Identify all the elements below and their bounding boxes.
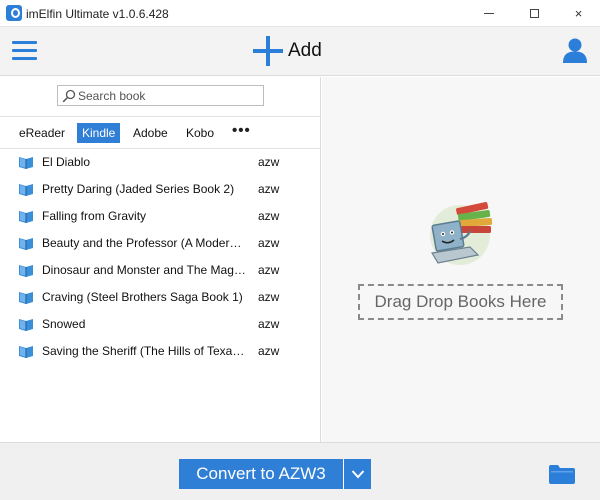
book-row[interactable]: Snowed azw [0, 311, 320, 338]
book-format: azw [258, 344, 280, 358]
app-logo-icon [6, 5, 22, 21]
main-toolbar: Add [0, 27, 600, 76]
book-icon [19, 319, 33, 331]
laptop-books-icon [430, 202, 493, 265]
chevron-down-icon [351, 470, 364, 479]
tab-adobe[interactable]: Adobe [128, 123, 173, 143]
book-title: Beauty and the Professor (A Modern F... [42, 236, 248, 250]
more-options-button[interactable]: ••• [232, 123, 251, 143]
book-format: azw [258, 155, 280, 169]
book-icon [19, 292, 33, 304]
library-panel: eReader Kindle Adobe Kobo ••• El Diablo … [0, 77, 321, 442]
book-format: azw [258, 317, 280, 331]
book-row[interactable]: Falling from Gravity azw [0, 203, 320, 230]
tab-ereader[interactable]: eReader [14, 123, 70, 143]
book-title: El Diablo [42, 155, 91, 169]
book-format: azw [258, 263, 280, 277]
minimize-icon [483, 13, 494, 14]
user-icon[interactable] [562, 37, 588, 63]
book-icon [19, 157, 33, 169]
source-tabs: eReader Kindle Adobe Kobo ••• [0, 116, 320, 149]
book-row[interactable]: Dinosaur and Monster and The Magic ... a… [0, 257, 320, 284]
tab-kobo[interactable]: Kobo [181, 123, 219, 143]
book-title: Saving the Sheriff (The Hills of Texas B… [42, 344, 248, 358]
title-bar: imElfin Ultimate v1.0.6.428 × [0, 0, 600, 27]
close-icon: × [574, 6, 583, 21]
maximize-button[interactable] [512, 0, 557, 27]
add-label: Add [288, 40, 322, 61]
book-format: azw [258, 290, 280, 304]
tab-kindle[interactable]: Kindle [77, 123, 121, 143]
book-icon [19, 211, 33, 223]
window-title: imElfin Ultimate v1.0.6.428 [26, 7, 169, 21]
close-button[interactable]: × [556, 0, 600, 27]
add-button[interactable]: Add [253, 35, 322, 67]
bottom-bar: Convert to AZW3 [0, 442, 600, 500]
convert-format-dropdown[interactable] [343, 459, 371, 489]
search-input[interactable] [78, 87, 260, 104]
book-title: Dinosaur and Monster and The Magic ... [42, 263, 248, 277]
book-icon [19, 346, 33, 358]
book-icon [19, 265, 33, 277]
book-format: azw [258, 182, 280, 196]
book-format: azw [258, 236, 280, 250]
plus-icon [253, 36, 283, 66]
convert-label: Convert to AZW3 [196, 464, 326, 483]
hamburger-icon[interactable] [12, 40, 37, 62]
folder-icon[interactable] [549, 464, 575, 484]
book-list: El Diablo azw Pretty Daring (Jaded Serie… [0, 149, 320, 365]
book-format: azw [258, 209, 280, 223]
convert-button[interactable]: Convert to AZW3 [179, 459, 343, 489]
book-icon [19, 238, 33, 250]
book-row[interactable]: Pretty Daring (Jaded Series Book 2) azw [0, 176, 320, 203]
book-title: Craving (Steel Brothers Saga Book 1) [42, 290, 243, 304]
minimize-button[interactable] [466, 0, 511, 27]
search-icon [62, 89, 76, 103]
maximize-icon [530, 9, 539, 18]
book-row[interactable]: Beauty and the Professor (A Modern F... … [0, 230, 320, 257]
search-box[interactable] [57, 85, 264, 106]
book-row[interactable]: El Diablo azw [0, 149, 320, 176]
book-title: Pretty Daring (Jaded Series Book 2) [42, 182, 235, 196]
book-title: Falling from Gravity [42, 209, 147, 223]
book-row[interactable]: Craving (Steel Brothers Saga Book 1) azw [0, 284, 320, 311]
book-row[interactable]: Saving the Sheriff (The Hills of Texas B… [0, 338, 320, 365]
drop-zone-label: Drag Drop Books Here [374, 292, 547, 311]
book-icon [19, 184, 33, 196]
book-title: Snowed [42, 317, 86, 331]
drop-zone[interactable]: Drag Drop Books Here [358, 284, 563, 320]
drop-panel[interactable]: Drag Drop Books Here [322, 77, 600, 442]
